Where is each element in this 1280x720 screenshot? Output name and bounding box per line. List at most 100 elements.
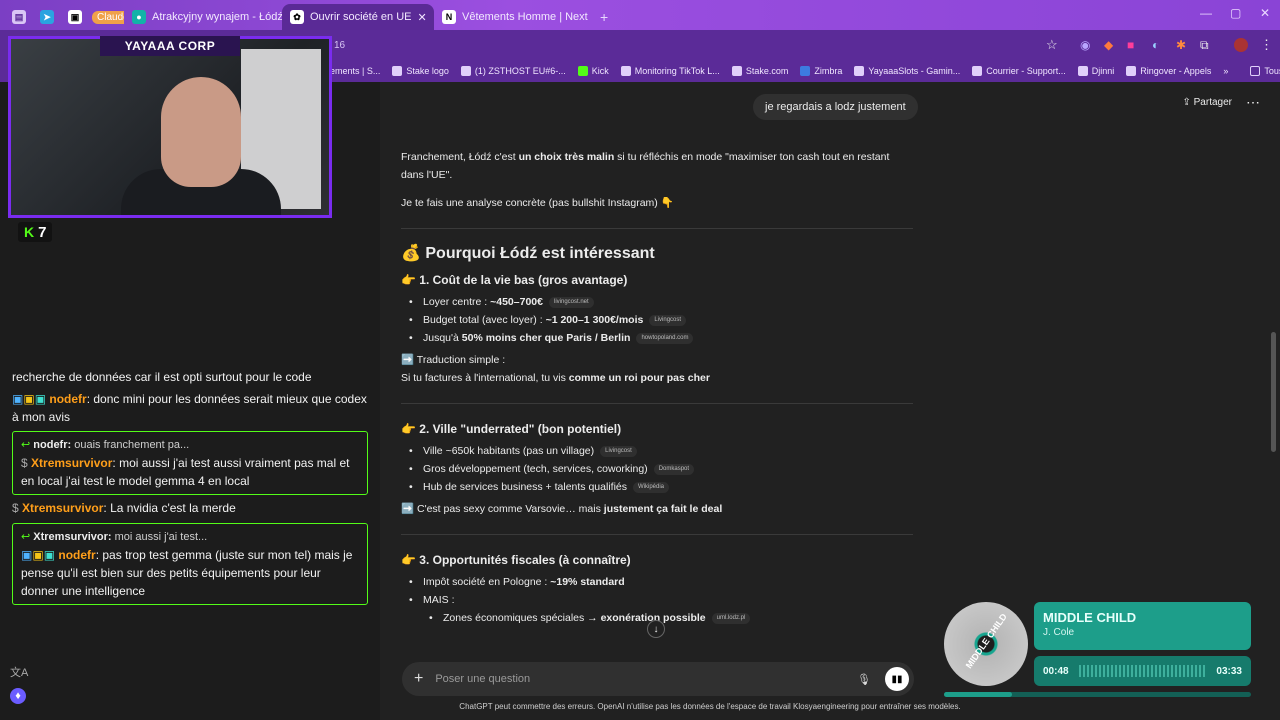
- bookmark-label: (1) ZSTHOST EU#6-...: [474, 66, 566, 76]
- source-chip[interactable]: uml.lodz.pl: [711, 612, 751, 624]
- bookmark-item[interactable]: Djinni: [1077, 66, 1115, 76]
- track-artist: J. Cole: [1043, 627, 1075, 638]
- bookmark-item[interactable]: Kick: [577, 66, 609, 76]
- intro-paragraph-2: Je te fais une analyse concrète (pas bul…: [401, 197, 674, 209]
- chat-username[interactable]: nodefr: [58, 548, 95, 562]
- claude-tab-label: Claude: [92, 10, 124, 24]
- pinned-tab[interactable]: ▣: [60, 4, 84, 30]
- globe-icon: [620, 66, 631, 76]
- telegram-tab[interactable]: ➤: [32, 4, 60, 30]
- playback-time-bar: 00:48 03:33: [1034, 656, 1251, 686]
- bookmark-item[interactable]: Zimbra: [800, 66, 842, 76]
- bookmark-item[interactable]: Stake logo: [392, 66, 449, 76]
- divider: [401, 403, 913, 404]
- bullet-list: Impôt société en Pologne : ~19% standard…: [407, 573, 913, 627]
- divider: [401, 228, 913, 229]
- extension-icon[interactable]: ◐: [1152, 38, 1159, 52]
- list-item: Gros développement (tech, services, cowo…: [407, 460, 913, 478]
- reply-quote-text: ouais franchement pa...: [74, 439, 190, 451]
- tab-claude[interactable]: Claude: [84, 4, 124, 30]
- chat-reply-message: ↩ Xtremsurvivor: moi aussi j'ai test... …: [12, 523, 368, 605]
- source-chip[interactable]: livingcost.net: [548, 296, 594, 308]
- share-button[interactable]: ⇪ Partager: [1182, 97, 1232, 108]
- assistant-response: Franchement, Łódź c'est un choix très ma…: [401, 148, 913, 627]
- total-time: 03:33: [1216, 665, 1242, 677]
- source-chip[interactable]: howtopoland.com: [636, 332, 694, 344]
- tab-ouvrir-societe[interactable]: ✿ Ouvrir société en UE ✕: [282, 4, 434, 30]
- close-window-icon[interactable]: ✕: [1260, 6, 1270, 20]
- zimbra-icon: [800, 66, 811, 76]
- bookmark-item[interactable]: (1) ZSTHOST EU#6-...: [460, 66, 566, 76]
- profile-icon[interactable]: ▤: [4, 4, 32, 30]
- chat-username[interactable]: nodefr: [49, 392, 86, 406]
- reply-icon: ↩: [21, 531, 31, 543]
- next-icon: N: [442, 10, 456, 24]
- scroll-down-button[interactable]: ↓: [647, 620, 665, 638]
- source-chip[interactable]: Livingcost: [649, 314, 687, 326]
- source-chip[interactable]: Livingcost: [600, 445, 637, 457]
- menu-icon[interactable]: ⋮: [1260, 37, 1273, 53]
- list-item: Ville ~650k habitants (pas un village)Li…: [407, 442, 913, 460]
- composer-input[interactable]: Poser une question: [435, 673, 530, 685]
- kick-viewer-count: K7: [18, 222, 53, 242]
- bookmark-item[interactable]: Stake.com: [731, 66, 788, 76]
- address-bar-fragment: 16: [334, 39, 346, 51]
- bullet-list: Ville ~650k habitants (pas un village)Li…: [407, 442, 913, 496]
- message-composer[interactable]: + Poser une question 🎙 ▮▮: [402, 662, 914, 696]
- bookmarks-overflow-icon[interactable]: »: [1223, 66, 1228, 76]
- tab-atrakcyjny[interactable]: ● Atrakcyjny wynajem - Łódź - sp ✕: [124, 4, 282, 30]
- section-heading: 💰 Pourquoi Łódź est intéressant: [401, 245, 655, 262]
- progress-fill: [944, 692, 1012, 697]
- translate-icon[interactable]: 文A: [10, 664, 28, 680]
- viewer-count: 7: [38, 223, 47, 241]
- bookmark-label: Djinni: [1091, 66, 1115, 76]
- tab-label: Ouvrir société en UE: [310, 11, 412, 23]
- scrollbar[interactable]: [1271, 332, 1276, 452]
- close-icon[interactable]: ✕: [417, 11, 426, 24]
- microphone-icon[interactable]: 🎙: [857, 673, 871, 686]
- minimize-icon[interactable]: —: [1200, 6, 1212, 20]
- bookmark-item[interactable]: Monitoring TikTok L...: [620, 66, 720, 76]
- streamer-head: [161, 77, 241, 187]
- extension-icon[interactable]: ◆: [1104, 38, 1113, 52]
- chatgpt-icon: ✿: [290, 10, 304, 24]
- list-item: Zones économiques spéciales → exonératio…: [427, 609, 913, 627]
- source-chip[interactable]: Domkaspot: [653, 463, 695, 475]
- chat-message: recherche de données car il est opti sur…: [12, 370, 312, 384]
- kick-icon: [577, 66, 588, 76]
- shield-icon[interactable]: ♦: [10, 688, 26, 704]
- extension-icon[interactable]: ■: [1127, 38, 1134, 52]
- tab-next[interactable]: N Vêtements Homme | Next ✕: [434, 4, 592, 30]
- chat-username[interactable]: Xtremsurvivor: [22, 501, 103, 515]
- bookmark-item[interactable]: ements | S...: [330, 66, 380, 76]
- extension-icon[interactable]: ✱: [1176, 38, 1186, 52]
- subsection-title: 👉 2. Ville "underrated" (bon potentiel): [401, 422, 622, 436]
- extension-icon[interactable]: ◉: [1080, 38, 1090, 52]
- stake-icon: [731, 66, 742, 76]
- share-label: Partager: [1193, 97, 1232, 108]
- site-icon: ●: [132, 10, 146, 24]
- reply-quote-text: moi aussi j'ai test...: [114, 531, 208, 543]
- maximize-icon[interactable]: ▢: [1230, 6, 1241, 20]
- puzzle-icon[interactable]: ⧉: [1200, 38, 1209, 53]
- bookmark-item[interactable]: Ringover - Appels: [1126, 66, 1211, 76]
- bookmark-item[interactable]: YayaaaSlots - Gamin...: [854, 66, 960, 76]
- new-tab-button[interactable]: +: [592, 4, 612, 30]
- list-item: Loyer centre : ~450–700€livingcost.net: [407, 293, 913, 311]
- bookmark-label: Stake logo: [406, 66, 449, 76]
- subsection-title: 👉 1. Coût de la vie bas (gros avantage): [401, 273, 628, 287]
- add-attachment-icon[interactable]: +: [414, 670, 423, 688]
- reply-icon: ↩: [21, 439, 31, 451]
- channel-banner: YAYAAA CORP: [100, 36, 240, 56]
- ringover-icon: [1126, 66, 1137, 76]
- chat-username[interactable]: Xtremsurvivor: [31, 456, 112, 470]
- voice-mode-button[interactable]: ▮▮: [885, 667, 909, 691]
- bookmark-star-icon[interactable]: ☆: [1046, 37, 1058, 53]
- browser-tab-bar: ▤ ➤ ▣ Claude ● Atrakcyjny wynajem - Łódź…: [0, 0, 1280, 30]
- more-options-icon[interactable]: ⋯: [1246, 94, 1260, 111]
- bookmark-item[interactable]: Courrier - Support...: [972, 66, 1066, 76]
- now-playing-card: MIDDLE CHILD J. Cole: [1034, 602, 1251, 650]
- avatar[interactable]: [1234, 38, 1248, 52]
- all-bookmarks[interactable]: Tous les favoris: [1250, 66, 1280, 76]
- source-chip[interactable]: Wikipédia: [633, 481, 670, 493]
